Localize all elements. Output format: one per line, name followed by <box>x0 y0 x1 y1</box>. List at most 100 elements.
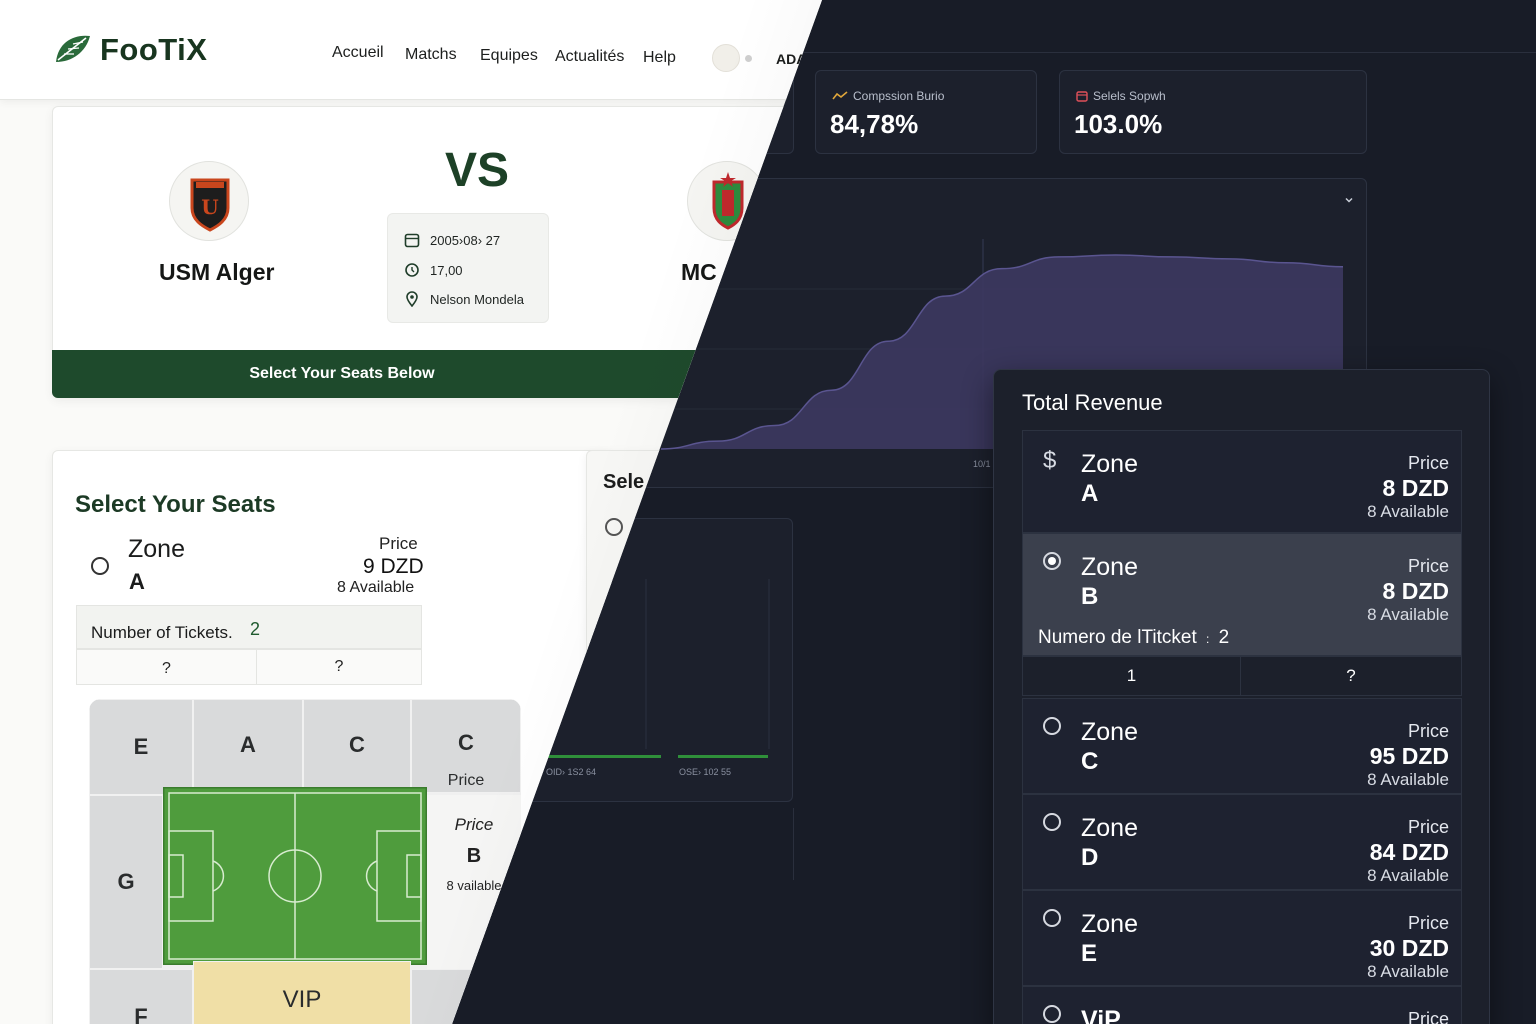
zone-radio[interactable] <box>605 518 623 536</box>
zone-radio[interactable] <box>1043 1005 1061 1023</box>
section-price-label: Price <box>454 815 494 834</box>
radio-icon <box>1043 1005 1061 1024</box>
kpi-label: Selels Sopwh <box>1076 89 1166 103</box>
usm-crest-icon: U <box>190 178 230 232</box>
zone-radio-selected[interactable] <box>1043 552 1061 570</box>
zone-price: 8 DZD <box>1382 578 1449 604</box>
zone-radio[interactable] <box>91 557 109 575</box>
brand-logo[interactable]: FooTiX <box>100 32 207 68</box>
nav-actualites[interactable]: Actualités <box>555 48 624 66</box>
nav-equipes[interactable]: Equipes <box>480 47 538 65</box>
price-label: Price <box>379 534 418 553</box>
zone-word: Zone <box>1081 450 1138 478</box>
avatar[interactable] <box>712 44 740 72</box>
mini-chart-bar <box>541 755 661 758</box>
revenue-title: Total Revenue <box>1022 390 1163 415</box>
section-price-label: Price <box>447 772 485 789</box>
football-pitch <box>163 787 427 965</box>
ticket-label: Numero de lTitcket <box>1038 627 1197 648</box>
zone-row-d[interactable]: Zone D Price 84 DZD 8 Available <box>1022 794 1462 890</box>
price-label: Price <box>1407 453 1449 473</box>
ticket-count-row: Number of Tickets. 2 <box>76 605 422 649</box>
zone-letter: A <box>129 569 145 594</box>
partial-title: Sele <box>603 471 645 493</box>
vip-label: ViP <box>1081 1006 1121 1024</box>
calendar-icon <box>404 233 420 248</box>
divider-line <box>793 808 794 880</box>
match-info-box: 2005›08› 27 17,00 Nelson Mondela <box>387 213 549 323</box>
section-g[interactable]: G <box>89 795 163 969</box>
zone-price: 30 DZD <box>1369 935 1449 961</box>
price-label: Price <box>1407 721 1449 741</box>
stepper-left-button[interactable]: 1 <box>1023 657 1241 695</box>
price-label: Price <box>1407 556 1449 576</box>
ticket-stepper: 1 ? <box>1022 656 1462 696</box>
ticket-value[interactable]: 2 <box>250 619 260 640</box>
zone-row-c[interactable]: Zone C Price 95 DZD 8 Available <box>1022 698 1462 794</box>
zone-row-e[interactable]: Zone E Price 30 DZD 8 Available <box>1022 890 1462 986</box>
match-time: 17,00 <box>404 262 463 278</box>
match-venue: Nelson Mondela <box>404 291 524 307</box>
stadium-map: E A C C Price G Price B 8 vailable F VIP <box>89 699 521 1024</box>
ticket-sep: : <box>1206 632 1210 646</box>
select-seats-banner[interactable]: Select Your Seats Below <box>52 350 752 398</box>
zone-availability: 8 Available <box>337 579 415 596</box>
zone-availability: 8 Available <box>1367 502 1449 521</box>
status-dot <box>745 55 752 62</box>
price-label: Price <box>1407 1009 1449 1024</box>
kpi-label-text: Selels Sopwh <box>1093 89 1166 103</box>
kpi-label-text: Compssion Burio <box>853 89 945 103</box>
zone-row-a[interactable]: $ Zone A Price 8 DZD 8 Available <box>1022 430 1462 533</box>
calendar-icon <box>1076 91 1088 102</box>
zone-row-vip[interactable]: ViP Price <box>1022 986 1462 1024</box>
zone-letter: B <box>1081 583 1099 610</box>
nav-matchs[interactable]: Matchs <box>405 46 457 64</box>
zone-availability: 8 Available <box>1367 962 1449 981</box>
zone-availability: 8 Available <box>1367 605 1449 624</box>
zone-radio[interactable] <box>1043 813 1061 831</box>
zone-letter: E <box>1081 940 1098 967</box>
clock-icon <box>405 263 419 277</box>
x-tick-label: 10/1 <box>973 459 991 469</box>
zone-availability: 8 Available <box>1367 866 1449 885</box>
zone-price: 95 DZD <box>1369 743 1449 769</box>
kpi-label: Compssion Burio <box>832 89 944 103</box>
match-time-text: 17,00 <box>430 262 463 278</box>
ticket-count: Numero de lTitcket : 2 <box>1038 627 1229 649</box>
kpi-card-completion: Compssion Burio 84,78% <box>815 70 1037 154</box>
vs-label: VS <box>445 144 510 197</box>
section-a[interactable]: A <box>193 699 303 791</box>
zone-row-b[interactable]: Zone B Price 8 DZD 8 Available Numero de… <box>1022 533 1462 656</box>
leaf-logo-icon <box>56 35 90 62</box>
zone-availability: 8 Available <box>1367 770 1449 789</box>
section-c-right[interactable]: C Price <box>411 699 521 793</box>
zone-word: Zone <box>1081 910 1138 938</box>
radio-icon <box>1043 813 1061 836</box>
seat-selection-title: Select Your Seats <box>75 491 276 518</box>
stepper-right-button[interactable]: ? <box>1241 657 1461 695</box>
total-revenue-panel: Total Revenue $ Zone A Price 8 DZD 8 Ava… <box>993 369 1490 1024</box>
section-vip[interactable]: VIP <box>193 961 411 1024</box>
zone-word: Zone <box>1081 814 1138 842</box>
nav-help[interactable]: Help <box>643 49 676 67</box>
stepper-right-button[interactable]: ? <box>257 650 421 684</box>
home-team-crest: U <box>169 161 249 241</box>
nav-accueil[interactable]: Accueil <box>332 44 384 62</box>
zone-price: 8 DZD <box>1382 475 1449 501</box>
zone-radio[interactable] <box>1043 717 1061 735</box>
zone-word: Zone <box>1081 553 1138 581</box>
section-e[interactable]: E <box>89 699 193 795</box>
ticket-stepper: ? ? <box>76 649 422 685</box>
stepper-left-button[interactable]: ? <box>77 650 257 684</box>
radio-icon <box>1043 909 1061 932</box>
kpi-value: 103.0% <box>1074 109 1163 139</box>
match-venue-text: Nelson Mondela <box>430 291 524 307</box>
section-c[interactable]: C <box>303 699 411 791</box>
zone-word: Zone <box>128 535 185 563</box>
match-date: 2005›08› 27 <box>404 232 500 248</box>
section-f[interactable]: F <box>89 969 193 1024</box>
zone-word: Zone <box>1081 718 1138 746</box>
location-pin-icon <box>406 291 418 307</box>
zone-letter: A <box>1081 480 1099 507</box>
zone-radio[interactable] <box>1043 909 1061 927</box>
